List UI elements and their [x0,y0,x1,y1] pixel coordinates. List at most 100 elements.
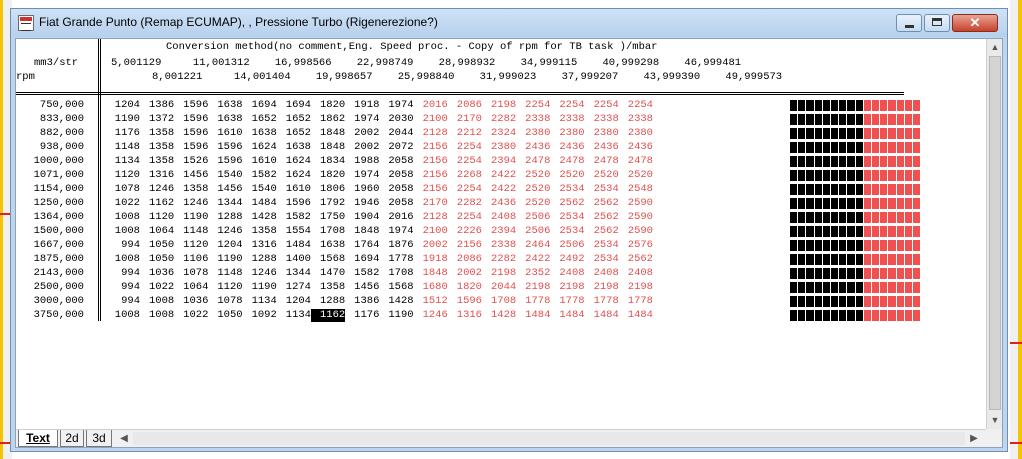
map-cell[interactable]: 1848 [414,267,448,280]
map-cell[interactable]: 2436 [585,141,619,154]
map-cell[interactable]: 2562 [585,211,619,224]
map-cell[interactable]: 1918 [345,99,379,112]
map-cell[interactable]: 2562 [619,253,653,266]
map-cell[interactable]: 1456 [345,281,379,294]
map-cell[interactable]: 1036 [174,295,208,308]
map-cell[interactable]: 2226 [448,225,482,238]
map-cell[interactable]: 1848 [311,141,345,154]
map-cell[interactable]: 2282 [482,113,516,126]
map-cell[interactable]: 1596 [174,127,208,140]
map-cell[interactable]: 2534 [551,183,584,196]
map-cell[interactable]: 1274 [277,281,311,294]
map-cell[interactable]: 2520 [516,197,550,210]
map-cell[interactable]: 1456 [209,183,242,196]
map-cell[interactable]: 1778 [551,295,584,308]
map-cell[interactable]: 2100 [414,113,448,126]
map-cell[interactable]: 1134 [277,309,311,322]
map-cell[interactable]: 1624 [243,141,277,154]
map-cell[interactable]: 1344 [277,267,311,280]
map-cell[interactable]: 994 [106,267,140,280]
map-cell[interactable]: 1848 [311,127,345,140]
vertical-scrollbar[interactable]: ▲ ▼ [986,39,1002,429]
map-cell[interactable]: 2002 [345,141,379,154]
horizontal-scroll-track[interactable] [133,432,965,445]
map-cell[interactable]: 2198 [482,99,516,112]
map-cell[interactable]: 1694 [277,99,311,112]
map-cell[interactable]: 1358 [140,127,174,140]
map-cell[interactable]: 1190 [243,281,277,294]
map-cell[interactable]: 2282 [482,253,516,266]
map-cell[interactable]: 2058 [380,155,413,168]
map-cell[interactable]: 1190 [106,113,140,126]
map-cell[interactable]: 2016 [414,99,448,112]
map-cell[interactable]: 1358 [243,225,277,238]
map-cell[interactable]: 2254 [448,141,482,154]
map-cell[interactable]: 1078 [209,295,242,308]
map-cell[interactable]: 2590 [619,211,653,224]
map-cell[interactable]: 1596 [174,113,208,126]
map-cell[interactable]: 1708 [380,267,413,280]
map-cell[interactable]: 2436 [482,197,516,210]
map-cell[interactable]: 1008 [140,309,174,322]
map-cell[interactable]: 2436 [551,141,584,154]
map-cell[interactable]: 1022 [174,309,208,322]
minimize-button[interactable] [896,14,922,32]
tab-text[interactable]: Text [18,430,58,447]
map-cell[interactable]: 2380 [585,127,619,140]
map-cell[interactable]: 1764 [345,239,379,252]
map-cell[interactable]: 2198 [585,281,619,294]
map-cell[interactable]: 1974 [380,225,413,238]
scroll-left-icon[interactable]: ◀ [116,431,132,447]
map-cell[interactable]: 1540 [243,183,277,196]
map-cell[interactable]: 2436 [516,141,550,154]
map-cell[interactable]: 2198 [516,281,550,294]
map-cell[interactable]: 1778 [585,295,619,308]
map-cell[interactable]: 1190 [209,253,242,266]
map-cell[interactable]: 1582 [277,211,311,224]
app-icon[interactable] [18,15,34,31]
map-cell[interactable]: 1526 [174,155,208,168]
map-cell[interactable]: 1596 [174,99,208,112]
map-cell[interactable]: 1456 [174,169,208,182]
map-cell[interactable]: 1008 [106,309,140,322]
map-cell[interactable]: 2030 [380,113,413,126]
tab-2d[interactable]: 2d [60,430,84,447]
map-cell[interactable]: 2128 [414,211,448,224]
map-cell[interactable]: 1316 [448,309,482,322]
map-cell[interactable]: 2156 [414,169,448,182]
map-cell[interactable]: 2156 [414,141,448,154]
map-cell[interactable]: 1148 [209,267,242,280]
map-cell[interactable]: 1484 [619,309,653,322]
map-cell[interactable]: 1834 [311,155,345,168]
map-cell[interactable]: 1960 [345,183,379,196]
map-cell[interactable]: 1554 [277,225,311,238]
map-cell[interactable]: 2044 [380,127,413,140]
map-cell[interactable]: 1596 [174,141,208,154]
map-cell[interactable]: 1078 [174,267,208,280]
map-cell[interactable]: 2590 [619,225,653,238]
map-cell[interactable]: 2520 [516,183,550,196]
map-cell[interactable]: 2380 [482,141,516,154]
map-cell[interactable]: 1512 [414,295,448,308]
scroll-up-icon[interactable]: ▲ [987,39,1002,56]
map-cell[interactable]: 1050 [209,309,242,322]
map-cell[interactable]: 1092 [243,309,277,322]
map-cell[interactable]: 1162 [311,309,346,322]
map-cell[interactable]: 2072 [380,141,413,154]
map-cell[interactable]: 1694 [243,99,277,112]
map-cell[interactable]: 1820 [448,281,482,294]
map-cell[interactable]: 1820 [311,169,345,182]
map-cell[interactable]: 2254 [448,155,482,168]
map-cell[interactable]: 1246 [174,197,208,210]
map-cell[interactable]: 1120 [209,281,242,294]
map-cell[interactable]: 2198 [619,281,653,294]
map-cell[interactable]: 1036 [140,267,174,280]
map-cell[interactable]: 1484 [551,309,584,322]
map-cell[interactable]: 1120 [106,169,140,182]
map-cell[interactable]: 2408 [619,267,653,280]
map-cell[interactable]: 1400 [277,253,311,266]
map-cell[interactable]: 2534 [551,211,584,224]
map-cell[interactable]: 2100 [414,225,448,238]
map-cell[interactable]: 1876 [380,239,413,252]
map-cell[interactable]: 2408 [551,267,584,280]
